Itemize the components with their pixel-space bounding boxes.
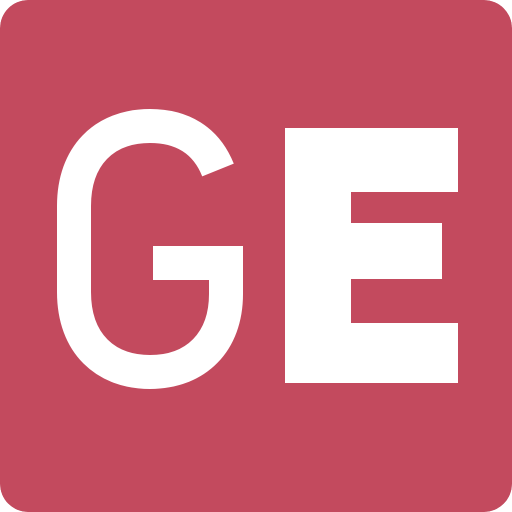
logo-tile: GE	[0, 0, 512, 512]
ge-logo	[0, 0, 512, 512]
logo-letter-e	[285, 128, 458, 383]
